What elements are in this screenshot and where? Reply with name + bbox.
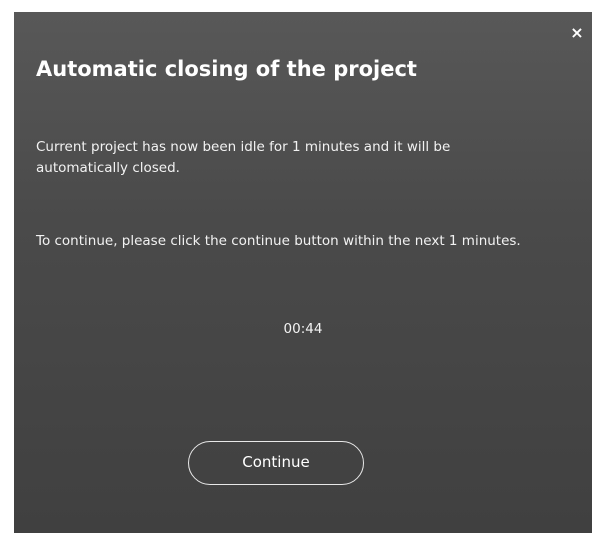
close-icon[interactable]: × (566, 22, 588, 44)
dialog-title: Automatic closing of the project (36, 57, 417, 81)
countdown-timer: 00:44 (283, 321, 323, 337)
idle-message: Current project has now been idle for 1 … (36, 139, 451, 176)
continue-button[interactable]: Continue (188, 441, 364, 485)
idle-timeout-dialog: × Automatic closing of the project Curre… (14, 12, 592, 533)
continue-instructions: To continue, please click the continue b… (36, 233, 521, 249)
